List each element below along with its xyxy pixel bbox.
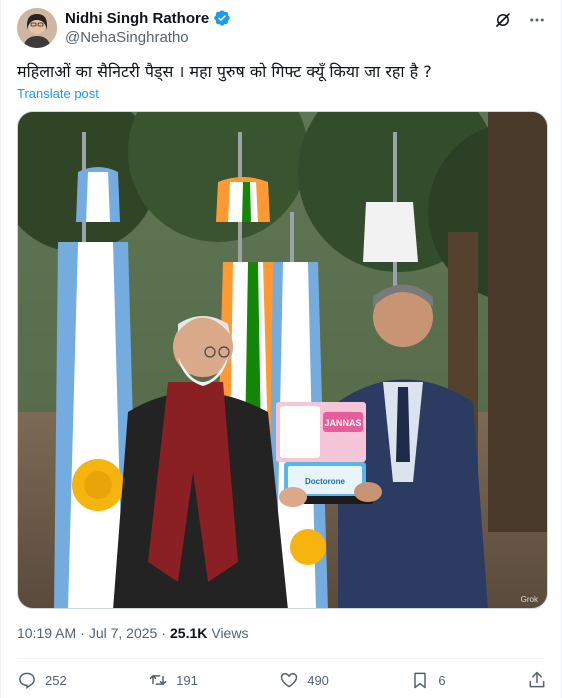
post-date[interactable]: Jul 7, 2025: [89, 625, 158, 641]
bookmark-count: 6: [438, 672, 446, 688]
views-label: Views: [211, 625, 249, 641]
package-bottom-label: Doctorone: [305, 477, 346, 486]
author-handle[interactable]: @NehaSinghratho: [65, 29, 231, 46]
more-icon[interactable]: [527, 10, 547, 30]
post-card: Nidhi Singh Rathore @NehaSinghratho महिल…: [0, 0, 562, 698]
reply-button[interactable]: 252: [17, 670, 67, 690]
like-icon: [280, 673, 298, 688]
retweet-button[interactable]: 191: [148, 670, 198, 690]
share-button[interactable]: [527, 670, 547, 690]
avatar[interactable]: [17, 8, 57, 48]
post-image[interactable]: JANNAS Doctorone Grok: [17, 111, 548, 609]
post-time[interactable]: 10:19 AM: [17, 625, 76, 641]
package-top-label: JANNAS: [324, 418, 361, 428]
grok-icon[interactable]: [493, 10, 513, 30]
action-bar: 252 191 490 6: [17, 670, 547, 690]
share-icon: [529, 671, 545, 688]
reply-icon: [19, 672, 35, 689]
translate-post-link[interactable]: Translate post: [17, 86, 99, 101]
post-text: महिलाओं का सैनिटरी पैड्स । महा पुरुष को …: [17, 62, 432, 81]
retweet-icon: [149, 675, 167, 685]
views-count: 25.1K: [170, 625, 208, 641]
bookmark-button[interactable]: 6: [410, 670, 446, 690]
verified-badge-icon: [213, 9, 231, 27]
author-block: Nidhi Singh Rathore @NehaSinghratho: [65, 9, 231, 46]
header-actions: [493, 10, 547, 30]
meta-separator: ·: [80, 625, 85, 641]
author-name[interactable]: Nidhi Singh Rathore: [65, 10, 209, 27]
post-meta: 10:19 AM · Jul 7, 2025 · 25.1K Views: [17, 625, 248, 641]
retweet-count: 191: [176, 672, 198, 688]
meta-separator: ·: [161, 625, 166, 641]
divider: [17, 658, 545, 659]
bookmark-icon: [414, 672, 427, 689]
like-button[interactable]: 490: [279, 670, 329, 690]
grok-watermark: Grok: [521, 595, 539, 604]
reply-count: 252: [45, 672, 67, 688]
like-count: 490: [307, 672, 329, 688]
